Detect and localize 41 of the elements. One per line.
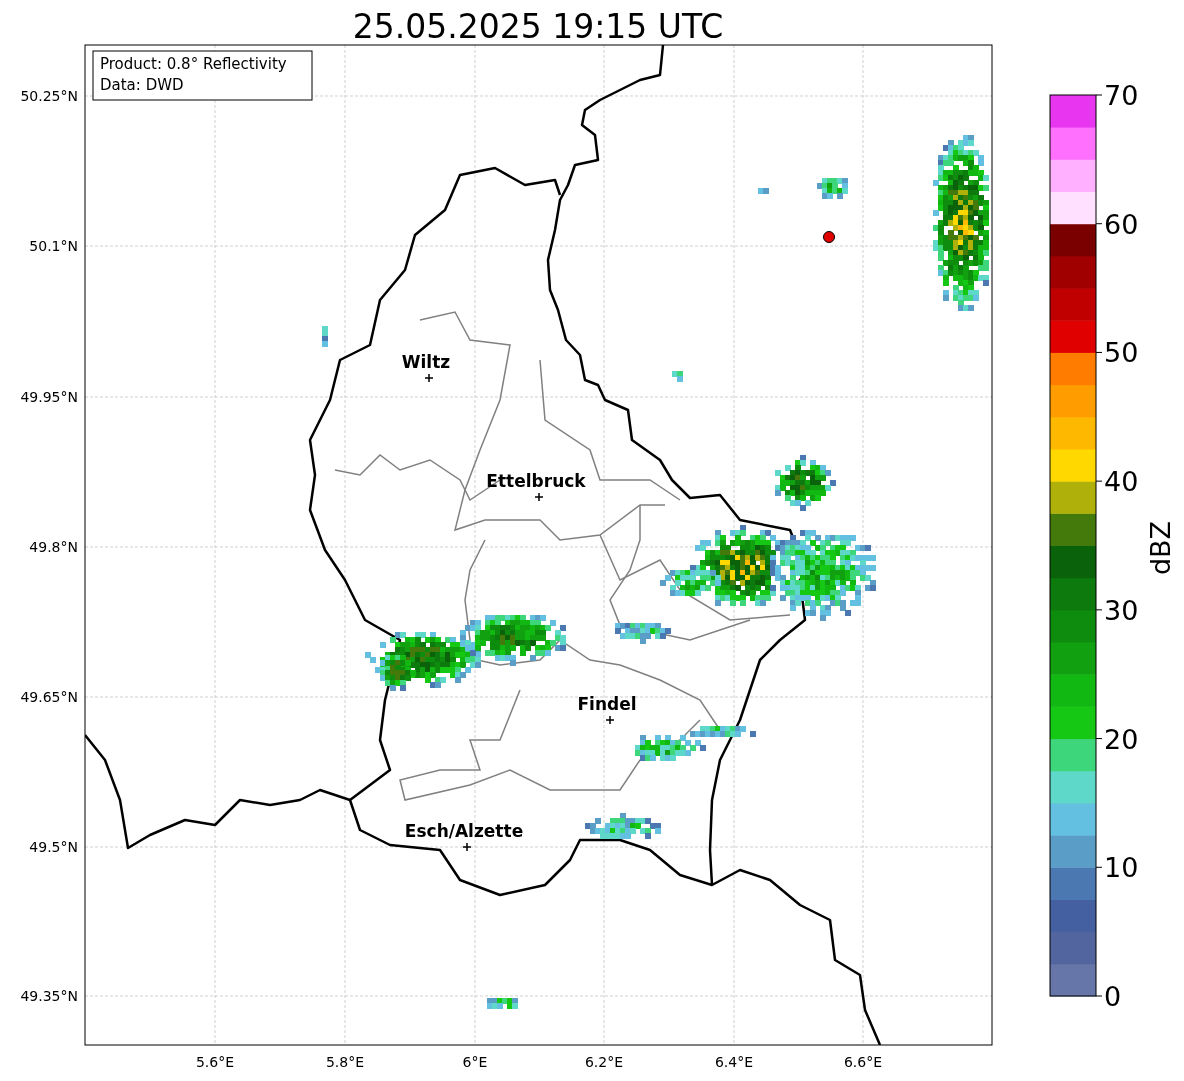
city-label: Wiltz [401,352,451,372]
city-label: Ettelbruck [486,471,586,491]
location-marker [823,231,835,243]
info-text: Data: DWD [100,76,184,94]
city-label: Findel [577,694,637,714]
colorbar-tick-label: 50 [1104,337,1139,369]
colorbar-tick-label: 0 [1104,981,1122,1012]
radar-echo [672,371,683,382]
longitude-label: 5.8°E [325,1054,365,1070]
longitude-label: 6.4°E [714,1054,754,1070]
colorbar-tick-label: 40 [1104,466,1139,498]
colorbar-tick-label: 60 [1104,208,1139,240]
latitude-label: 49.35°N [20,988,78,1004]
radar-echo [615,623,671,644]
colorbar-tick-label: 30 [1104,594,1139,626]
longitude-label: 6.6°E [843,1054,883,1070]
latitude-label: 50.25°N [20,88,78,104]
latitude-label: 49.5°N [29,839,78,855]
city-marker-icon [534,492,544,502]
city-label: Esch/Alzette [404,821,524,841]
city-marker-icon [605,715,615,725]
colorbar-tick-label: 70 [1104,80,1139,111]
city-marker-icon [462,842,472,852]
latitude-label: 49.95°N [20,389,78,405]
radar-echo [775,455,836,511]
radar-echo [487,998,518,1009]
colorbar-label: dBZ [1145,520,1176,576]
latitude-label: 49.8°N [29,539,78,555]
radar-echo [758,188,769,194]
info-text: Product: 0.8° Reflectivity [100,55,287,73]
colorbar-tick-label: 10 [1104,852,1139,884]
city-marker-icon [424,373,434,383]
longitude-label: 6.2°E [584,1054,624,1070]
colorbar-tick-label: 20 [1104,723,1139,755]
longitude-label: 5.6°E [195,1054,235,1070]
longitude-label: 6°E [462,1054,488,1070]
radar-echo [817,178,848,199]
latitude-label: 50.1°N [29,238,78,254]
chart-title: 25.05.2025 19:15 UTC [352,7,724,46]
latitude-label: 49.65°N [20,689,78,705]
radar-echo [322,326,328,347]
